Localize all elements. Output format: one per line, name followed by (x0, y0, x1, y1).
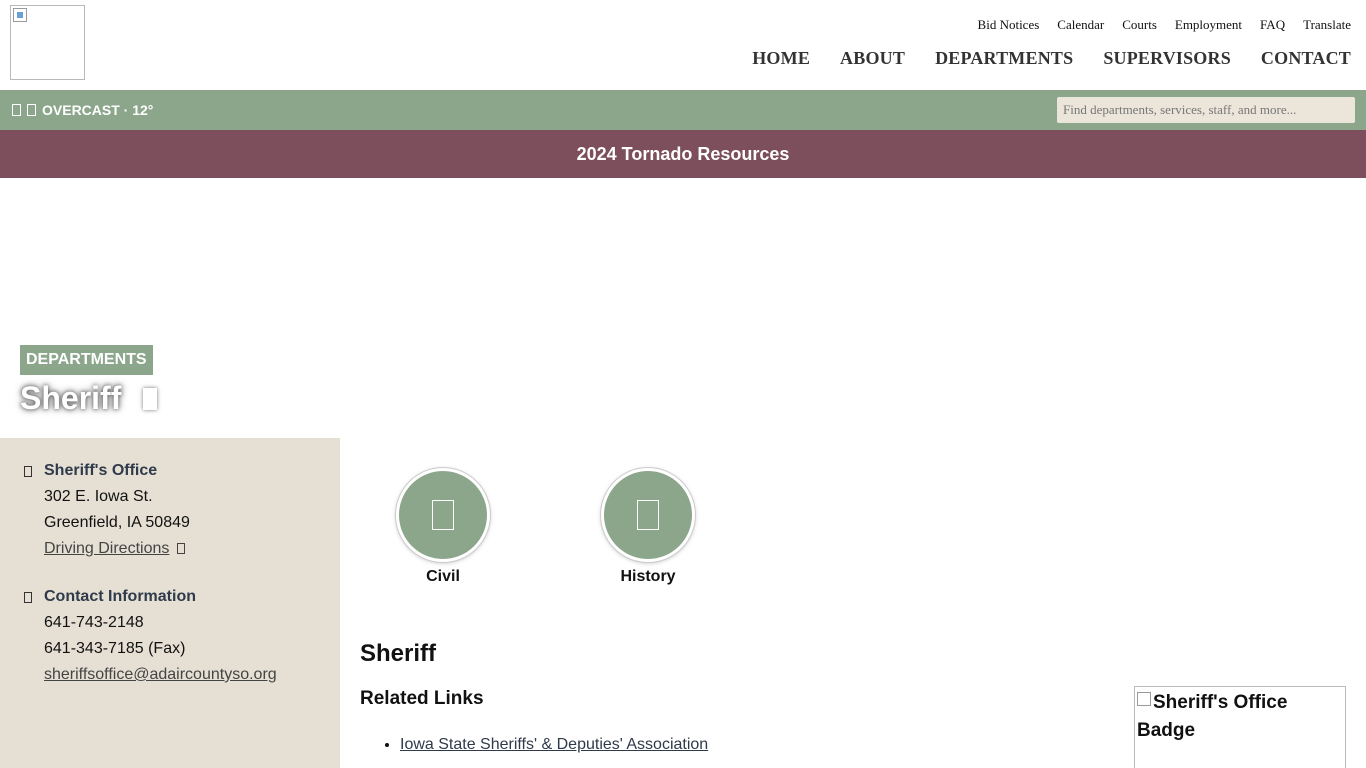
quick-link-label: History (620, 568, 676, 585)
civil-icon (432, 500, 454, 530)
contact-heading: Contact Information (24, 588, 277, 606)
county-logo[interactable] (10, 5, 85, 80)
badge-alt-text: Sheriff's Office Badge (1137, 692, 1288, 741)
fax-number: 641-343-7185 (Fax) (44, 640, 186, 657)
utility-nav: Bid Notices Calendar Courts Employment F… (960, 17, 1351, 33)
external-link-icon (177, 543, 186, 554)
sheriff-badge-image: Sheriff's Office Badge (1134, 686, 1346, 768)
util-link-employment[interactable]: Employment (1175, 17, 1242, 33)
office-block: Sheriff's Office 302 E. Iowa St. Greenfi… (24, 462, 190, 558)
section-heading: Sheriff (360, 640, 437, 667)
quick-link-history[interactable]: History (600, 468, 696, 586)
office-heading-text: Sheriff's Office (44, 462, 158, 479)
address-line-2: Greenfield, IA 50849 (44, 514, 190, 531)
search-input[interactable] (1057, 97, 1355, 123)
nav-contact[interactable]: CONTACT (1261, 48, 1351, 69)
email-link[interactable]: sheriffsoffice@adaircountyso.org (44, 666, 277, 683)
broken-image-icon (13, 8, 27, 22)
quick-link-label: Civil (426, 568, 460, 585)
driving-directions-link[interactable]: Driving Directions (44, 540, 169, 557)
weather-widget: OVERCAST · 12° (12, 102, 153, 118)
office-heading: Sheriff's Office (24, 462, 190, 480)
page-title: Sheriff (20, 380, 158, 417)
weather-icon (12, 104, 21, 116)
sidebar: Sheriff's Office 302 E. Iowa St. Greenfi… (0, 438, 340, 768)
util-link-translate[interactable]: Translate (1303, 17, 1351, 33)
directions-row: Driving Directions (44, 540, 190, 558)
nav-about[interactable]: ABOUT (840, 48, 905, 69)
cloud-icon (27, 104, 36, 116)
util-link-calendar[interactable]: Calendar (1057, 17, 1104, 33)
weather-text: OVERCAST · 12° (42, 102, 154, 118)
contact-heading-text: Contact Information (44, 588, 196, 605)
quick-link-circle (396, 468, 490, 562)
tornado-resources-link[interactable]: 2024 Tornado Resources (577, 144, 790, 165)
email-row: sheriffsoffice@adaircountyso.org (44, 666, 277, 684)
map-marker-icon (24, 465, 32, 477)
util-link-bid-notices[interactable]: Bid Notices (978, 17, 1040, 33)
quick-link-civil[interactable]: Civil (395, 468, 491, 586)
list-item: Iowa State Sheriffs' & Deputies' Associa… (400, 736, 708, 754)
main-content: Civil History Sheriff Related Links Iowa… (340, 438, 1366, 768)
related-link[interactable]: Iowa State Sheriffs' & Deputies' Associa… (400, 736, 708, 753)
nav-supervisors[interactable]: SUPERVISORS (1103, 48, 1231, 69)
contact-block: Contact Information 641-743-2148 641-343… (24, 588, 277, 684)
top-bar: OVERCAST · 12° (0, 90, 1366, 130)
category-tag[interactable]: DEPARTMENTS (20, 345, 153, 375)
history-icon (637, 500, 659, 530)
star-icon (143, 387, 158, 410)
broken-image-icon (1137, 692, 1151, 706)
nav-home[interactable]: HOME (752, 48, 810, 69)
main-nav: HOME ABOUT DEPARTMENTS SUPERVISORS CONTA… (722, 48, 1351, 69)
util-link-courts[interactable]: Courts (1122, 17, 1157, 33)
address-line-1: 302 E. Iowa St. (44, 488, 153, 505)
nav-departments[interactable]: DEPARTMENTS (935, 48, 1073, 69)
related-links-list: Iowa State Sheriffs' & Deputies' Associa… (400, 736, 708, 754)
phone-icon (24, 591, 32, 603)
hero: DEPARTMENTS Sheriff (0, 178, 1366, 438)
related-links-heading: Related Links (360, 688, 484, 709)
page-title-text: Sheriff (20, 380, 122, 416)
util-link-faq[interactable]: FAQ (1260, 17, 1285, 33)
site-header: Bid Notices Calendar Courts Employment F… (0, 0, 1366, 90)
phone-number: 641-743-2148 (44, 614, 144, 631)
driving-directions-label: Driving Directions (44, 540, 170, 557)
alert-banner: 2024 Tornado Resources (0, 130, 1366, 178)
quick-link-circle (601, 468, 695, 562)
